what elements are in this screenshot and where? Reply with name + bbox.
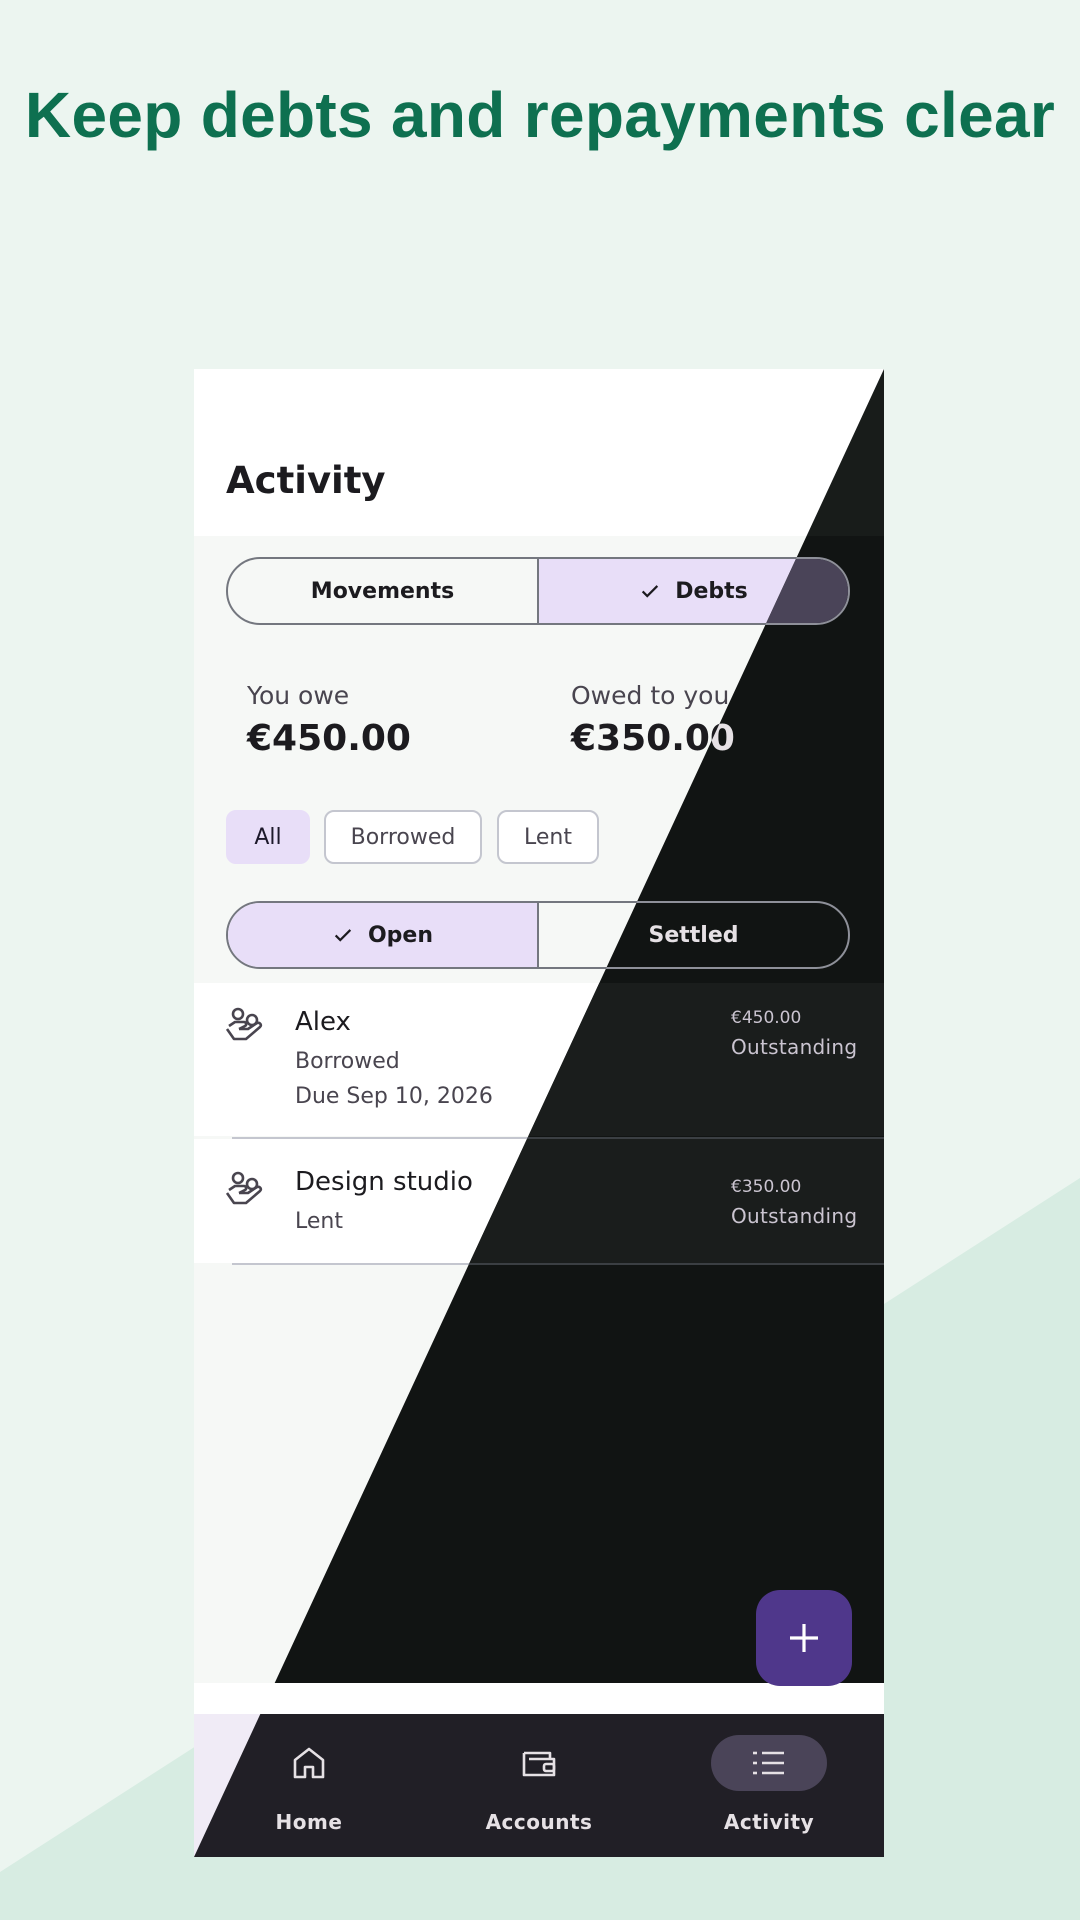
wallet-icon: [522, 1751, 556, 1777]
debt-name: Alex: [295, 1007, 351, 1037]
hand-coins-icon: [225, 1171, 263, 1205]
debt-name: Design studio: [295, 1167, 473, 1197]
phone-screen: Activity Movements Debts You owe €450.00…: [194, 369, 884, 1857]
you-owe-value: €450.00: [247, 718, 411, 759]
filter-chip-lent[interactable]: Lent: [497, 810, 599, 864]
add-debt-button[interactable]: [756, 1590, 852, 1686]
filter-chip-all[interactable]: All: [226, 810, 310, 864]
debt-amount: €350.00: [731, 1177, 802, 1197]
nav-label: Activity: [723, 1810, 815, 1834]
nav-label: Home: [275, 1810, 343, 1834]
tab-label: Debts: [675, 578, 748, 604]
chip-label: Borrowed: [350, 824, 456, 850]
chip-label: Lent: [524, 824, 572, 850]
tab-movements[interactable]: Movements: [228, 559, 537, 623]
plus-icon: [790, 1624, 818, 1652]
debt-status: Outstanding: [731, 1035, 858, 1059]
debt-type: Borrowed: [295, 1049, 400, 1074]
tab-label: Movements: [310, 578, 455, 604]
check-icon: [642, 585, 659, 598]
app-bar: Activity: [194, 369, 884, 536]
check-icon: [334, 929, 352, 942]
home-icon: [293, 1747, 325, 1779]
debt-due-date: Due Sep 10, 2026: [295, 1084, 493, 1109]
headline: Keep debts and repayments clear: [24, 79, 1056, 151]
owed-to-you-label: Owed to you: [571, 681, 730, 710]
debt-status: Outstanding: [731, 1204, 858, 1228]
nav-activity[interactable]: Activity: [654, 1714, 884, 1857]
nav-label: Accounts: [485, 1810, 593, 1834]
nav-accounts[interactable]: Accounts: [424, 1714, 654, 1857]
debt-amount: €450.00: [731, 1008, 802, 1028]
toggle-open[interactable]: Open: [228, 903, 537, 967]
bottom-navigation: Home Accounts Activity: [194, 1714, 884, 1857]
toggle-label: Open: [367, 922, 434, 948]
filter-chip-borrowed[interactable]: Borrowed: [324, 810, 482, 864]
debt-type: Lent: [295, 1209, 343, 1234]
view-tabs: Movements Debts: [226, 557, 850, 625]
list-icon: [753, 1751, 784, 1775]
toggle-label: Settled: [648, 922, 739, 948]
you-owe-label: You owe: [247, 681, 350, 710]
page-title: Activity: [226, 459, 386, 502]
hand-coins-icon: [225, 1007, 263, 1041]
chip-label: All: [254, 824, 282, 850]
